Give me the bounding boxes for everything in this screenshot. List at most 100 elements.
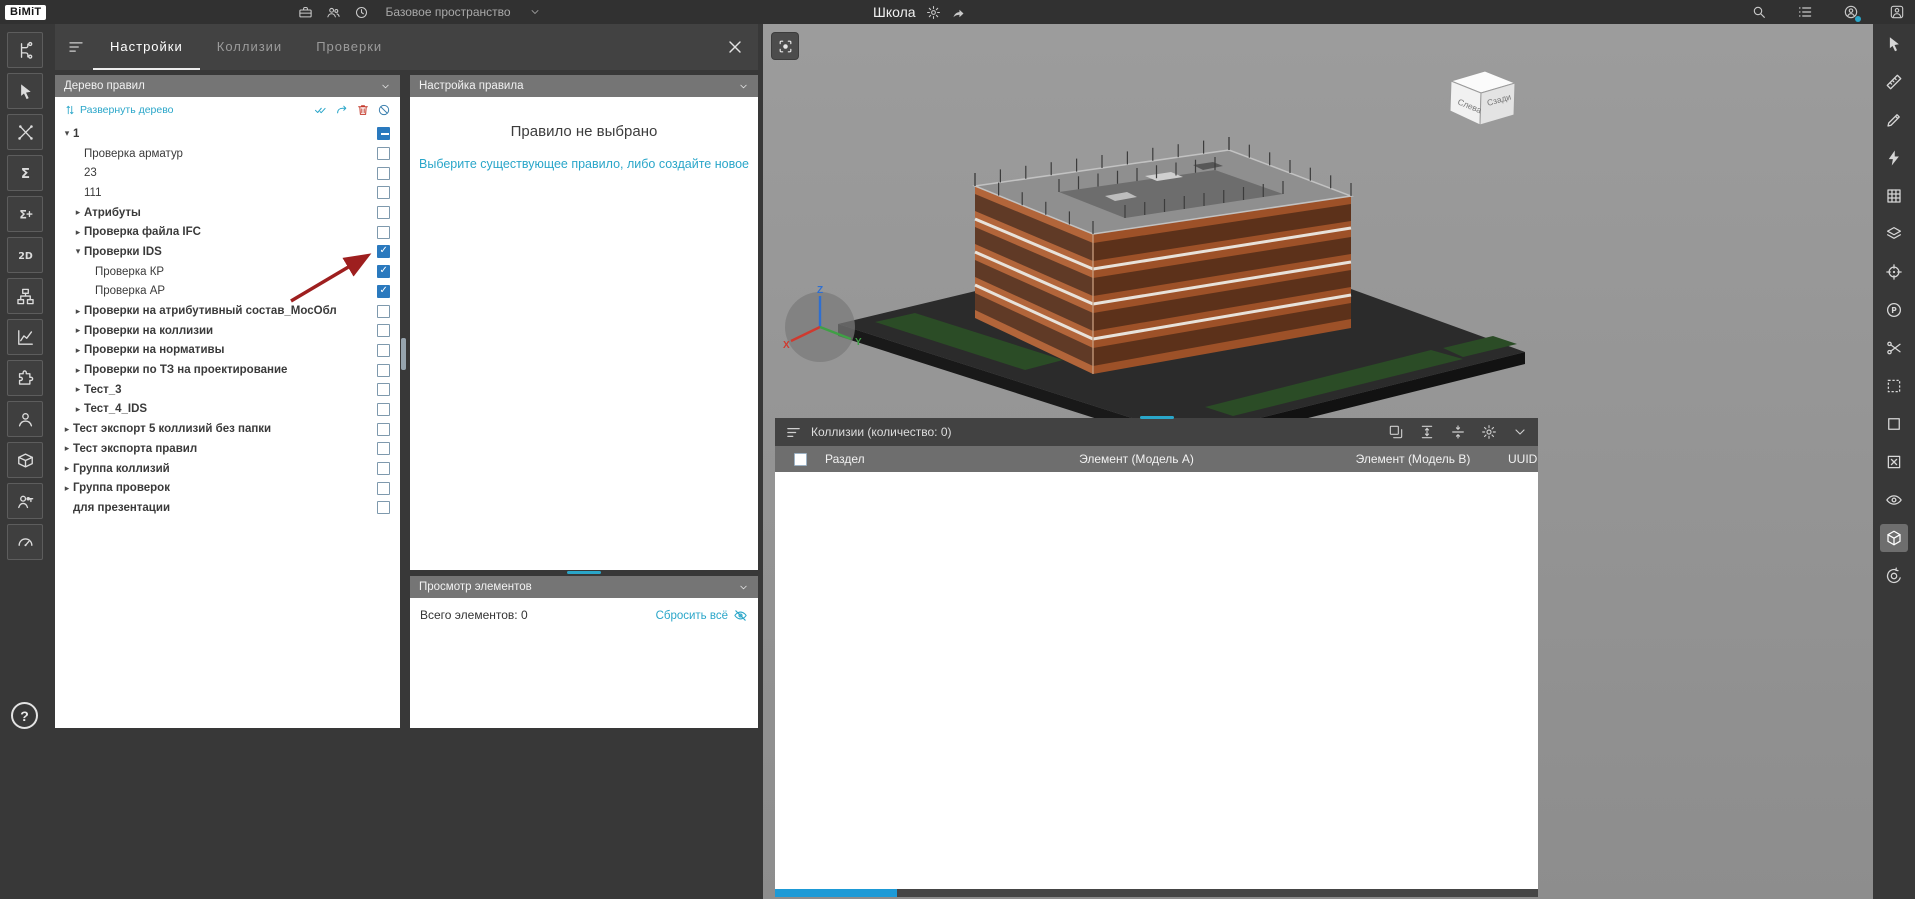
tree-toggle-icon[interactable]: ▸ (72, 405, 84, 414)
tree-item[interactable]: ▸Группа проверок (55, 478, 400, 498)
check-all-icon[interactable] (314, 103, 328, 117)
view-section-button[interactable] (1880, 334, 1908, 362)
tree-toggle-icon[interactable]: ▸ (72, 346, 84, 355)
view-layers-button[interactable] (1880, 220, 1908, 248)
tree-item-checkbox[interactable] (377, 383, 390, 396)
tree-item[interactable]: ▾1 (55, 124, 400, 144)
move-rule-icon[interactable] (335, 103, 349, 117)
tree-item[interactable]: ▸Тест_3 (55, 380, 400, 400)
tree-toggle-icon[interactable]: ▸ (61, 444, 73, 453)
tree-toggle-icon[interactable]: ▸ (72, 366, 84, 375)
tree-item[interactable]: Проверка АР (55, 282, 400, 302)
expand-tree-button[interactable]: Развернуть дерево (64, 104, 174, 116)
tool-users-button[interactable] (7, 401, 43, 437)
collapse-panel-icon[interactable] (738, 81, 749, 92)
history-icon[interactable] (354, 5, 369, 20)
model-settings-icon[interactable] (926, 5, 941, 20)
view-focus-button[interactable] (1880, 258, 1908, 286)
view-grid-button[interactable] (1880, 182, 1908, 210)
panel-resize-handle[interactable] (1140, 416, 1174, 419)
menu-icon[interactable] (1797, 4, 1813, 20)
collapse-panel-icon[interactable] (380, 81, 391, 92)
view-quick-clash-button[interactable] (1880, 144, 1908, 172)
rule-empty-hint[interactable]: Выберите существующее правило, либо созд… (410, 157, 758, 171)
tool-plugins-button[interactable] (7, 360, 43, 396)
tree-item[interactable]: Проверка арматур (55, 144, 400, 164)
view-box-button[interactable] (1880, 410, 1908, 438)
disable-icon[interactable] (377, 103, 391, 117)
tree-item[interactable]: для презентации (55, 498, 400, 518)
tool-charts-button[interactable] (7, 319, 43, 355)
search-icon[interactable] (1751, 4, 1767, 20)
tree-item-checkbox[interactable] (377, 482, 390, 495)
tree-item-checkbox[interactable] (377, 305, 390, 318)
tree-toggle-icon[interactable]: ▸ (72, 228, 84, 237)
team-icon[interactable] (326, 5, 341, 20)
tree-item-checkbox[interactable] (377, 206, 390, 219)
tree-item[interactable]: ▸Проверки на коллизии (55, 321, 400, 341)
tree-toggle-icon[interactable]: ▾ (72, 247, 84, 256)
tree-item-checkbox[interactable] (377, 423, 390, 436)
tool-dashboard-button[interactable] (7, 524, 43, 560)
tab-settings[interactable]: Настройки (93, 24, 200, 70)
profile-icon[interactable] (1889, 4, 1905, 20)
tree-item[interactable]: ▸Тест_4_IDS (55, 400, 400, 420)
collisions-table-body[interactable] (775, 472, 1538, 889)
collisions-menu-icon[interactable] (785, 424, 802, 441)
tool-roles-button[interactable] (7, 483, 43, 519)
tree-item[interactable]: ▸Проверки на атрибутивный состав_МосОбл (55, 301, 400, 321)
tree-item[interactable]: ▸Проверка файла IFC (55, 222, 400, 242)
collapse-panel-icon[interactable] (738, 582, 749, 593)
tool-structure-button[interactable] (7, 278, 43, 314)
tree-item-checkbox[interactable] (377, 324, 390, 337)
tree-item-checkbox[interactable] (377, 167, 390, 180)
tab-collisions[interactable]: Коллизии (200, 24, 299, 70)
tree-item[interactable]: ▸Проверки по ТЗ на проектирование (55, 360, 400, 380)
fit-rows-icon[interactable] (1450, 424, 1466, 440)
tree-item-checkbox[interactable] (377, 285, 390, 298)
tool-2d-view-button[interactable]: 2D (7, 237, 43, 273)
help-button[interactable]: ? (11, 702, 38, 729)
tool-export-button[interactable] (7, 442, 43, 478)
tool-select-button[interactable] (7, 73, 43, 109)
tree-item[interactable]: ▸Проверки на нормативы (55, 341, 400, 361)
view-cube[interactable]: Слева Сзади (1439, 59, 1525, 141)
panel-splitter-handle[interactable] (401, 338, 406, 370)
share-icon[interactable] (951, 5, 966, 20)
tree-item-checkbox[interactable] (377, 186, 390, 199)
close-icon[interactable] (725, 37, 745, 57)
tree-item-checkbox[interactable] (377, 364, 390, 377)
tree-item-checkbox[interactable] (377, 501, 390, 514)
tree-item-checkbox[interactable] (377, 442, 390, 455)
tree-toggle-icon[interactable]: ▸ (72, 307, 84, 316)
reset-all-button[interactable]: Сбросить всё (656, 608, 748, 623)
tool-sum-button[interactable]: Σ (7, 155, 43, 191)
tree-item[interactable]: ▸Атрибуты (55, 203, 400, 223)
elements-resize-handle[interactable] (567, 571, 601, 574)
tree-item[interactable]: ▸Тест экспорт 5 коллизий без папки (55, 419, 400, 439)
select-all-checkbox[interactable] (794, 453, 807, 466)
delete-icon[interactable] (356, 103, 370, 117)
elements-view-header[interactable]: Просмотр элементов (410, 576, 758, 598)
view-hide-button[interactable] (1880, 448, 1908, 476)
tree-item[interactable]: 23 (55, 163, 400, 183)
tree-item-checkbox[interactable] (377, 127, 390, 140)
tree-item-checkbox[interactable] (377, 147, 390, 160)
tool-sum-add-button[interactable]: Σ (7, 196, 43, 232)
tree-toggle-icon[interactable]: ▸ (61, 484, 73, 493)
tree-item-checkbox[interactable] (377, 403, 390, 416)
view-visibility-button[interactable] (1880, 486, 1908, 514)
tree-item-checkbox[interactable] (377, 344, 390, 357)
tree-item[interactable]: ▸Тест экспорта правил (55, 439, 400, 459)
tree-item[interactable]: 111 (55, 183, 400, 203)
screenshot-focus-button[interactable] (772, 33, 798, 59)
fit-height-icon[interactable] (1419, 424, 1435, 440)
panel-menu-icon[interactable] (67, 38, 85, 56)
tab-checks[interactable]: Проверки (299, 24, 399, 70)
view-measure-button[interactable] (1880, 68, 1908, 96)
view-clip-box-button[interactable] (1880, 372, 1908, 400)
tree-toggle-icon[interactable]: ▸ (61, 425, 73, 434)
tree-item-checkbox[interactable] (377, 462, 390, 475)
tree-item-checkbox[interactable] (377, 226, 390, 239)
tree-toggle-icon[interactable]: ▾ (61, 129, 73, 138)
